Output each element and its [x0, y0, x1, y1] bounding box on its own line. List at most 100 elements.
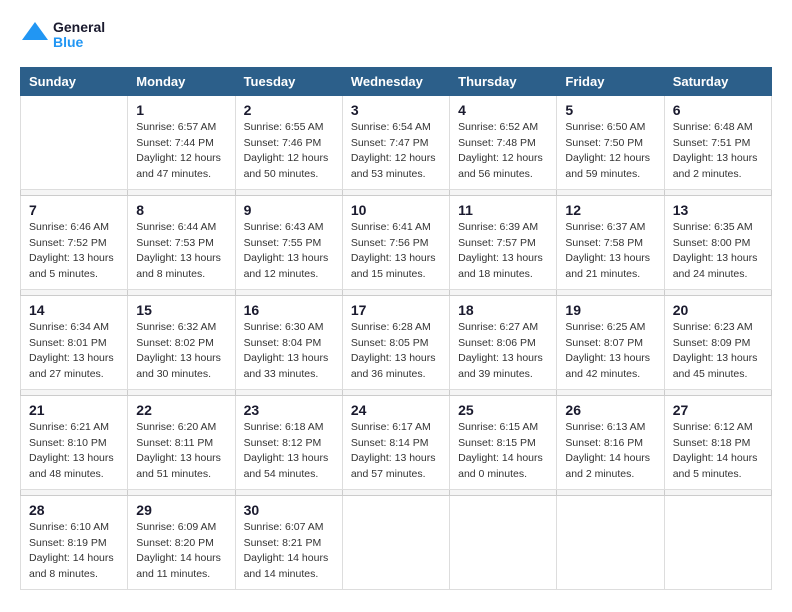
col-header-thursday: Thursday	[450, 67, 557, 95]
calendar-cell	[557, 495, 664, 589]
col-header-wednesday: Wednesday	[342, 67, 449, 95]
calendar-cell: 26Sunrise: 6:13 AM Sunset: 8:16 PM Dayli…	[557, 395, 664, 489]
col-header-friday: Friday	[557, 67, 664, 95]
day-number: 10	[351, 202, 441, 218]
day-info: Sunrise: 6:07 AM Sunset: 8:21 PM Dayligh…	[244, 520, 334, 583]
calendar-cell: 17 Sunrise: 6:28 AM Sunset: 8:05 PM Dayli…	[342, 295, 449, 389]
day-number: 28	[29, 502, 119, 518]
day-info: Sunrise: 6:10 AM Sunset: 8:19 PM Dayligh…	[29, 520, 119, 583]
calendar-cell: 29 Sunrise: 6:09 AM Sunset: 8:20 PM Dayli…	[128, 495, 235, 589]
calendar-cell: 5 Sunrise: 6:50 AM Sunset: 7:50 PM Daylig…	[557, 95, 664, 189]
day-number: 8	[136, 202, 226, 218]
calendar-cell: 14 Sunrise: 6:34 AM Sunset: 8:01 PM Dayli…	[21, 295, 128, 389]
day-number: 24	[351, 402, 441, 418]
day-info: Sunrise: 6:50 AM Sunset: 7:50 PM Dayligh…	[565, 120, 655, 183]
calendar-cell: 3 Sunrise: 6:54 AM Sunset: 7:47 PM Daylig…	[342, 95, 449, 189]
calendar-cell: 30 Sunrise: 6:07 AM Sunset: 8:21 PM Dayli…	[235, 495, 342, 589]
day-number: 29	[136, 502, 226, 518]
calendar-cell: 1 Sunrise: 6:57 AM Sunset: 7:44 PM Daylig…	[128, 95, 235, 189]
calendar-cell: 27 Sunrise: 6:12 AM Sunset: 8:18 PM Dayli…	[664, 395, 771, 489]
day-info: Sunrise: 6:46 AM Sunset: 7:52 PM Dayligh…	[29, 220, 119, 283]
day-info: Sunrise: 6:34 AM Sunset: 8:01 PM Dayligh…	[29, 320, 119, 383]
day-info: Sunrise: 6:15 AM Sunset: 8:15 PM Dayligh…	[458, 420, 548, 483]
day-info: Sunrise: 6:12 AM Sunset: 8:18 PM Dayligh…	[673, 420, 763, 483]
calendar-cell: 19 Sunrise: 6:25 AM Sunset: 8:07 PM Dayli…	[557, 295, 664, 389]
day-number: 6	[673, 102, 763, 118]
calendar-week-row: 14 Sunrise: 6:34 AM Sunset: 8:01 PM Dayli…	[21, 295, 772, 389]
day-number: 4	[458, 102, 548, 118]
day-info: Sunrise: 6:54 AM Sunset: 7:47 PM Dayligh…	[351, 120, 441, 183]
day-number: 13	[673, 202, 763, 218]
day-number: 18	[458, 302, 548, 318]
day-info: Sunrise: 6:55 AM Sunset: 7:46 PM Dayligh…	[244, 120, 334, 183]
calendar-cell	[450, 495, 557, 589]
logo: General Blue	[20, 20, 105, 51]
day-number: 17	[351, 302, 441, 318]
calendar-cell: 21 Sunrise: 6:21 AM Sunset: 8:10 PM Dayli…	[21, 395, 128, 489]
calendar-cell: 20Sunrise: 6:23 AM Sunset: 8:09 PM Dayli…	[664, 295, 771, 389]
calendar-cell	[664, 495, 771, 589]
day-number: 14	[29, 302, 119, 318]
day-info: Sunrise: 6:27 AM Sunset: 8:06 PM Dayligh…	[458, 320, 548, 383]
calendar-week-row: 21 Sunrise: 6:21 AM Sunset: 8:10 PM Dayli…	[21, 395, 772, 489]
calendar-cell	[342, 495, 449, 589]
calendar-cell: 16Sunrise: 6:30 AM Sunset: 8:04 PM Dayli…	[235, 295, 342, 389]
day-info: Sunrise: 6:39 AM Sunset: 7:57 PM Dayligh…	[458, 220, 548, 283]
day-info: Sunrise: 6:18 AM Sunset: 8:12 PM Dayligh…	[244, 420, 334, 483]
day-number: 2	[244, 102, 334, 118]
day-number: 5	[565, 102, 655, 118]
calendar-cell	[21, 95, 128, 189]
calendar-cell: 23Sunrise: 6:18 AM Sunset: 8:12 PM Dayli…	[235, 395, 342, 489]
day-number: 19	[565, 302, 655, 318]
day-number: 26	[565, 402, 655, 418]
col-header-saturday: Saturday	[664, 67, 771, 95]
calendar-cell: 12Sunrise: 6:37 AM Sunset: 7:58 PM Dayli…	[557, 195, 664, 289]
day-info: Sunrise: 6:43 AM Sunset: 7:55 PM Dayligh…	[244, 220, 334, 283]
day-info: Sunrise: 6:09 AM Sunset: 8:20 PM Dayligh…	[136, 520, 226, 583]
calendar-week-row: 28 Sunrise: 6:10 AM Sunset: 8:19 PM Dayli…	[21, 495, 772, 589]
day-info: Sunrise: 6:30 AM Sunset: 8:04 PM Dayligh…	[244, 320, 334, 383]
calendar-cell: 25 Sunrise: 6:15 AM Sunset: 8:15 PM Dayli…	[450, 395, 557, 489]
calendar-week-row: 7Sunrise: 6:46 AM Sunset: 7:52 PM Daylig…	[21, 195, 772, 289]
day-number: 12	[565, 202, 655, 218]
day-number: 11	[458, 202, 548, 218]
day-number: 22	[136, 402, 226, 418]
calendar-cell: 15 Sunrise: 6:32 AM Sunset: 8:02 PM Dayli…	[128, 295, 235, 389]
calendar-cell: 22Sunrise: 6:20 AM Sunset: 8:11 PM Dayli…	[128, 395, 235, 489]
day-info: Sunrise: 6:23 AM Sunset: 8:09 PM Dayligh…	[673, 320, 763, 383]
calendar-header-row: SundayMondayTuesdayWednesdayThursdayFrid…	[21, 67, 772, 95]
day-info: Sunrise: 6:35 AM Sunset: 8:00 PM Dayligh…	[673, 220, 763, 283]
col-header-sunday: Sunday	[21, 67, 128, 95]
day-number: 27	[673, 402, 763, 418]
calendar-cell: 11 Sunrise: 6:39 AM Sunset: 7:57 PM Dayli…	[450, 195, 557, 289]
logo-bird-icon	[20, 20, 50, 50]
calendar-cell: 18 Sunrise: 6:27 AM Sunset: 8:06 PM Dayli…	[450, 295, 557, 389]
col-header-tuesday: Tuesday	[235, 67, 342, 95]
logo-line1: General	[53, 20, 105, 35]
day-info: Sunrise: 6:28 AM Sunset: 8:05 PM Dayligh…	[351, 320, 441, 383]
logo-line2: Blue	[53, 35, 105, 50]
calendar-table: SundayMondayTuesdayWednesdayThursdayFrid…	[20, 67, 772, 590]
logo-text: General Blue	[20, 20, 105, 51]
calendar-cell: 4Sunrise: 6:52 AM Sunset: 7:48 PM Daylig…	[450, 95, 557, 189]
day-info: Sunrise: 6:44 AM Sunset: 7:53 PM Dayligh…	[136, 220, 226, 283]
day-number: 1	[136, 102, 226, 118]
day-info: Sunrise: 6:25 AM Sunset: 8:07 PM Dayligh…	[565, 320, 655, 383]
calendar-cell: 9 Sunrise: 6:43 AM Sunset: 7:55 PM Daylig…	[235, 195, 342, 289]
day-number: 15	[136, 302, 226, 318]
day-number: 9	[244, 202, 334, 218]
day-info: Sunrise: 6:57 AM Sunset: 7:44 PM Dayligh…	[136, 120, 226, 183]
day-info: Sunrise: 6:17 AM Sunset: 8:14 PM Dayligh…	[351, 420, 441, 483]
calendar-cell: 13 Sunrise: 6:35 AM Sunset: 8:00 PM Dayli…	[664, 195, 771, 289]
day-number: 25	[458, 402, 548, 418]
calendar-week-row: 1 Sunrise: 6:57 AM Sunset: 7:44 PM Daylig…	[21, 95, 772, 189]
day-number: 3	[351, 102, 441, 118]
page-header: General Blue	[20, 20, 772, 51]
day-info: Sunrise: 6:41 AM Sunset: 7:56 PM Dayligh…	[351, 220, 441, 283]
day-info: Sunrise: 6:32 AM Sunset: 8:02 PM Dayligh…	[136, 320, 226, 383]
calendar-cell: 10 Sunrise: 6:41 AM Sunset: 7:56 PM Dayli…	[342, 195, 449, 289]
day-number: 21	[29, 402, 119, 418]
calendar-cell: 24 Sunrise: 6:17 AM Sunset: 8:14 PM Dayli…	[342, 395, 449, 489]
day-number: 30	[244, 502, 334, 518]
day-info: Sunrise: 6:21 AM Sunset: 8:10 PM Dayligh…	[29, 420, 119, 483]
